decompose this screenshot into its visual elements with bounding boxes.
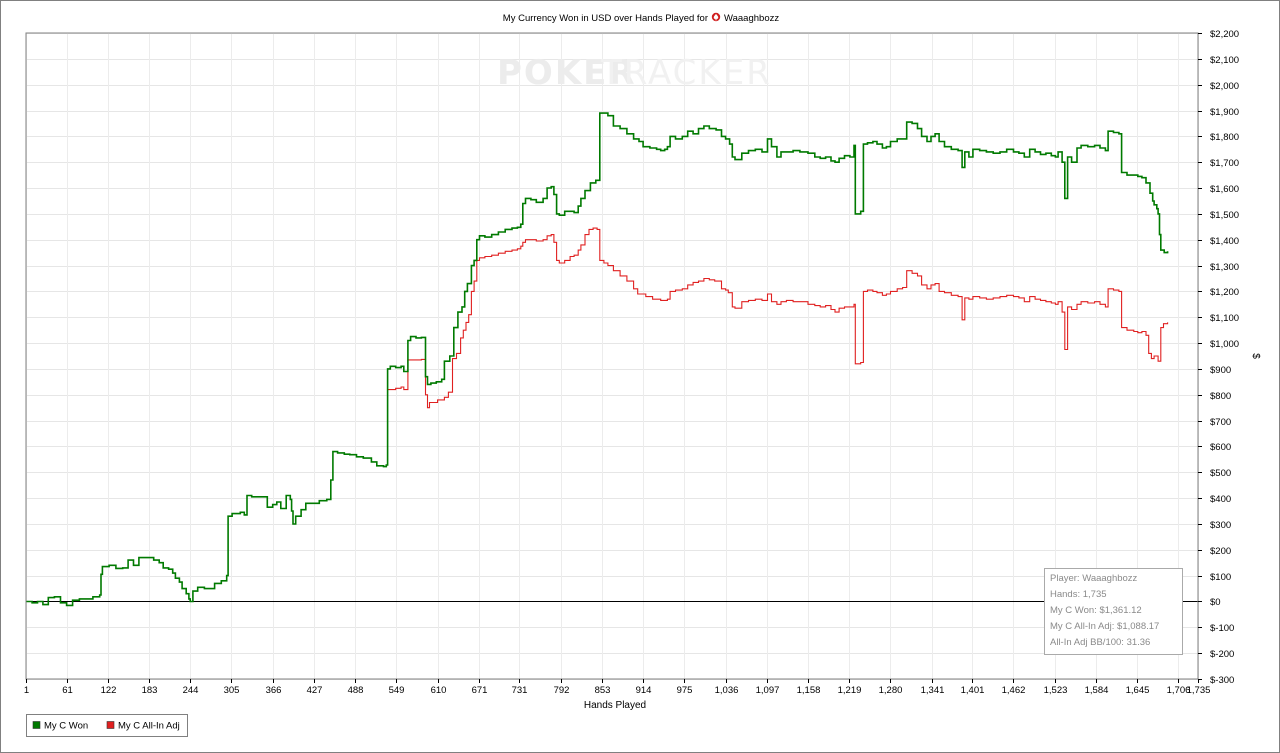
legend-swatch-my-c-won[interactable] bbox=[32, 721, 41, 729]
y-tick-label: $200 bbox=[1210, 546, 1231, 557]
y-tick-label: $1,000 bbox=[1210, 339, 1239, 350]
line-chart: My Currency Won in USD over Hands Played… bbox=[0, 0, 1280, 753]
legend-label-my-c-won[interactable]: My C Won bbox=[44, 721, 88, 732]
y-tick-label: $1,900 bbox=[1210, 107, 1239, 118]
x-tick-label: 488 bbox=[348, 685, 364, 696]
y-tick-label: $-100 bbox=[1210, 623, 1234, 634]
legend-swatch-my-c-all-in-adj[interactable] bbox=[106, 721, 115, 729]
y-tick-label: $800 bbox=[1210, 391, 1231, 402]
y-tick-label: $1,100 bbox=[1210, 313, 1239, 324]
plot-area bbox=[26, 33, 1198, 679]
x-tick-label: 610 bbox=[431, 685, 447, 696]
y-tick-label: $0 bbox=[1210, 597, 1221, 608]
x-tick-label: 1 bbox=[24, 685, 29, 696]
y-tick-label: $300 bbox=[1210, 520, 1231, 531]
y-tick-label: $1,300 bbox=[1210, 262, 1239, 273]
legend-label-my-c-all-in-adj[interactable]: My C All-In Adj bbox=[118, 721, 180, 732]
tooltip-row: Player: Waaaghbozz bbox=[1050, 573, 1138, 584]
x-tick-label: 305 bbox=[224, 685, 240, 696]
tooltip-row: My C All-In Adj: $1,088.17 bbox=[1050, 621, 1159, 632]
tooltip-row: All-In Adj BB/100: 31.36 bbox=[1050, 637, 1150, 648]
x-tick-label: 1,158 bbox=[797, 685, 821, 696]
watermark: POKER TRACKER bbox=[497, 53, 772, 93]
hover-tooltip: Player: Waaaghbozz Hands: 1,735 My C Won: … bbox=[1044, 568, 1183, 655]
x-tick-label: 1,584 bbox=[1085, 685, 1109, 696]
x-tick-label: 122 bbox=[101, 685, 117, 696]
y-tick-label: $2,100 bbox=[1210, 55, 1239, 66]
y-tick-label: $1,500 bbox=[1210, 210, 1239, 221]
y-axis-title: $ bbox=[1250, 353, 1261, 359]
x-tick-label: 731 bbox=[512, 685, 528, 696]
player-name: Waaaghbozz bbox=[724, 13, 779, 24]
y-tick-label: $700 bbox=[1210, 417, 1231, 428]
x-tick-label: 1,735 bbox=[1187, 685, 1211, 696]
x-tick-label: 1,097 bbox=[756, 685, 780, 696]
x-tick-label: 1,645 bbox=[1126, 685, 1150, 696]
y-tick-label: $100 bbox=[1210, 572, 1231, 583]
y-tick-label: $1,700 bbox=[1210, 158, 1239, 169]
x-tick-label: 366 bbox=[266, 685, 282, 696]
x-tick-label: 1,462 bbox=[1002, 685, 1026, 696]
x-tick-label: 914 bbox=[636, 685, 652, 696]
x-tick-label: 975 bbox=[677, 685, 693, 696]
y-tick-label: $400 bbox=[1210, 494, 1231, 505]
x-tick-label: 1,219 bbox=[838, 685, 862, 696]
x-tick-label: 1,280 bbox=[879, 685, 903, 696]
y-tick-label: $1,600 bbox=[1210, 184, 1239, 195]
spade-icon bbox=[711, 12, 721, 22]
y-tick-label: $1,800 bbox=[1210, 132, 1239, 143]
x-axis-title: Hands Played bbox=[584, 700, 646, 711]
y-tick-label: $2,000 bbox=[1210, 81, 1239, 92]
x-tick-label: 1,523 bbox=[1044, 685, 1068, 696]
tooltip-row: Hands: 1,735 bbox=[1050, 589, 1107, 600]
x-tick-label: 1,341 bbox=[921, 685, 945, 696]
y-tick-label: $1,200 bbox=[1210, 287, 1239, 298]
y-tick-label: $1,400 bbox=[1210, 236, 1239, 247]
y-tick-label: $-200 bbox=[1210, 649, 1234, 660]
y-tick-label: $-300 bbox=[1210, 675, 1234, 686]
x-tick-label: 244 bbox=[183, 685, 199, 696]
x-tick-label: 671 bbox=[472, 685, 488, 696]
x-tick-label: 183 bbox=[142, 685, 158, 696]
y-tick-label: $600 bbox=[1210, 442, 1231, 453]
x-tick-label: 792 bbox=[554, 685, 570, 696]
legend[interactable]: My C Won My C All-In Adj bbox=[26, 714, 188, 737]
x-tick-label: 427 bbox=[307, 685, 323, 696]
chart-title-group: My Currency Won in USD over Hands Played… bbox=[503, 12, 779, 24]
x-tick-label: 549 bbox=[389, 685, 405, 696]
x-tick-label: 853 bbox=[595, 685, 611, 696]
x-tick-label: 61 bbox=[62, 685, 73, 696]
tooltip-row: My C Won: $1,361.12 bbox=[1050, 605, 1142, 616]
x-tick-label: 1,036 bbox=[715, 685, 739, 696]
y-tick-label: $500 bbox=[1210, 468, 1231, 479]
x-tick-label: 1,401 bbox=[961, 685, 985, 696]
y-tick-label: $900 bbox=[1210, 365, 1231, 376]
chart-title: My Currency Won in USD over Hands Played… bbox=[503, 13, 708, 24]
watermark-tracker: TRACKER bbox=[600, 53, 772, 93]
y-tick-label: $2,200 bbox=[1210, 29, 1239, 40]
